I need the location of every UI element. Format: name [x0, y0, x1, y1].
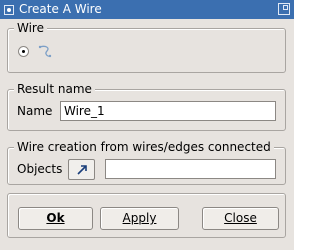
ok-button[interactable]: Ok: [18, 207, 93, 230]
objects-group-title: Wire creation from wires/edges connected: [14, 139, 274, 155]
title-bar[interactable]: Create A Wire: [0, 0, 294, 19]
close-button[interactable]: Close: [202, 207, 279, 230]
window-menu-icon[interactable]: [4, 4, 14, 15]
wire-group: Wire: [7, 20, 286, 73]
arrow-select-icon: [76, 164, 87, 175]
result-name-group: Result name Name: [7, 81, 286, 131]
button-bar: Ok Apply Close: [7, 193, 286, 238]
create-wire-dialog: Create A Wire Wire Result name Name Wire…: [0, 0, 294, 250]
wire-icon: [38, 45, 52, 58]
wire-group-title: Wire: [14, 20, 47, 36]
maximize-icon[interactable]: [278, 3, 290, 15]
objects-input[interactable]: [105, 159, 276, 179]
window-title: Create A Wire: [19, 2, 102, 16]
name-label: Name: [17, 104, 53, 118]
ok-button-label: Ok: [46, 211, 65, 225]
apply-button[interactable]: Apply: [100, 207, 179, 230]
select-objects-button[interactable]: [68, 159, 95, 180]
wire-type-radio[interactable]: [18, 46, 29, 57]
objects-label: Objects: [17, 162, 63, 176]
apply-button-label: Apply: [122, 211, 157, 225]
objects-group: Wire creation from wires/edges connected…: [7, 139, 286, 185]
close-button-label: Close: [224, 211, 257, 225]
name-input[interactable]: [60, 101, 276, 121]
result-group-title: Result name: [14, 81, 95, 97]
